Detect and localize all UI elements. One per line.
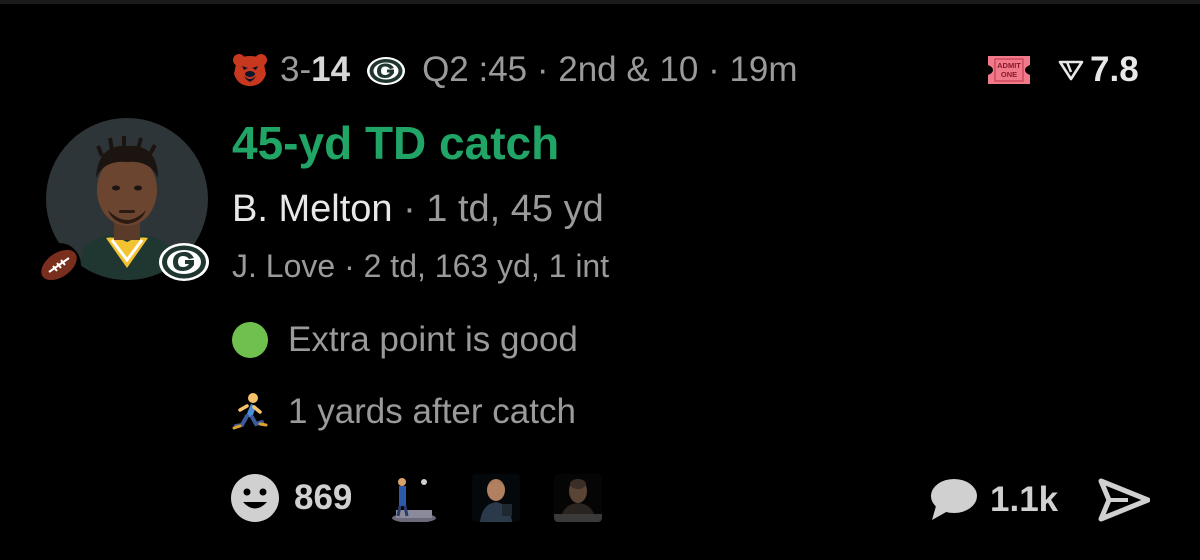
player-stats: · 1 td, 45 yd [392, 188, 604, 230]
event-text: Extra point is good [288, 320, 578, 359]
smiley-icon[interactable] [230, 473, 280, 523]
player-name[interactable]: B. Melton [232, 188, 393, 230]
player-line[interactable]: B. Melton · 1 td, 45 yd [232, 188, 604, 231]
reaction-thumbnail[interactable] [472, 474, 521, 522]
passer-line: J. Love · 2 td, 163 yd, 1 int [232, 248, 610, 284]
comment-bubble-icon[interactable] [928, 476, 978, 524]
packers-logo-icon [158, 236, 210, 288]
share-arrow-icon[interactable] [1098, 478, 1151, 522]
event-yards-after-catch: 1 yards after catch [232, 390, 576, 434]
odds-indicator[interactable]: 7.8 [1058, 50, 1139, 90]
reaction-count[interactable]: 869 [294, 478, 352, 518]
triangle-odds-icon [1058, 59, 1084, 81]
green-circle-icon [232, 322, 268, 358]
comment-count[interactable]: 1.1k [990, 480, 1058, 520]
event-text: 1 yards after catch [288, 392, 576, 431]
play-headline: 45-yd TD catch [232, 117, 560, 169]
bears-logo-icon [232, 52, 268, 88]
play-card[interactable]: 3 - 14 Q2 :45 · 2nd & 10 · 19m ADMIT ONE [0, 0, 1200, 560]
reactions-bar[interactable]: 869 [230, 470, 636, 526]
reaction-thumbnail[interactable] [390, 474, 439, 522]
football-icon [36, 242, 82, 288]
odds-value: 7.8 [1090, 50, 1139, 89]
home-score: 14 [311, 50, 351, 89]
away-score: 3 [280, 50, 300, 89]
packers-logo-icon [366, 55, 406, 85]
game-status: Q2 :45 · 2nd & 10 · 19m [422, 50, 798, 89]
comments-share-bar[interactable]: 1.1k [928, 472, 1151, 528]
score-separator: - [299, 50, 312, 89]
reaction-thumbnail[interactable] [554, 474, 603, 522]
runner-icon [232, 392, 268, 432]
ticket-text-line2: ONE [1001, 70, 1017, 79]
game-header[interactable]: 3 - 14 Q2 :45 · 2nd & 10 · 19m [232, 48, 798, 92]
event-extra-point: Extra point is good [232, 318, 578, 362]
ticket-text-line1: ADMIT [997, 61, 1021, 70]
player-avatar[interactable] [37, 118, 209, 287]
admit-one-ticket-icon[interactable]: ADMIT ONE [986, 54, 1032, 86]
